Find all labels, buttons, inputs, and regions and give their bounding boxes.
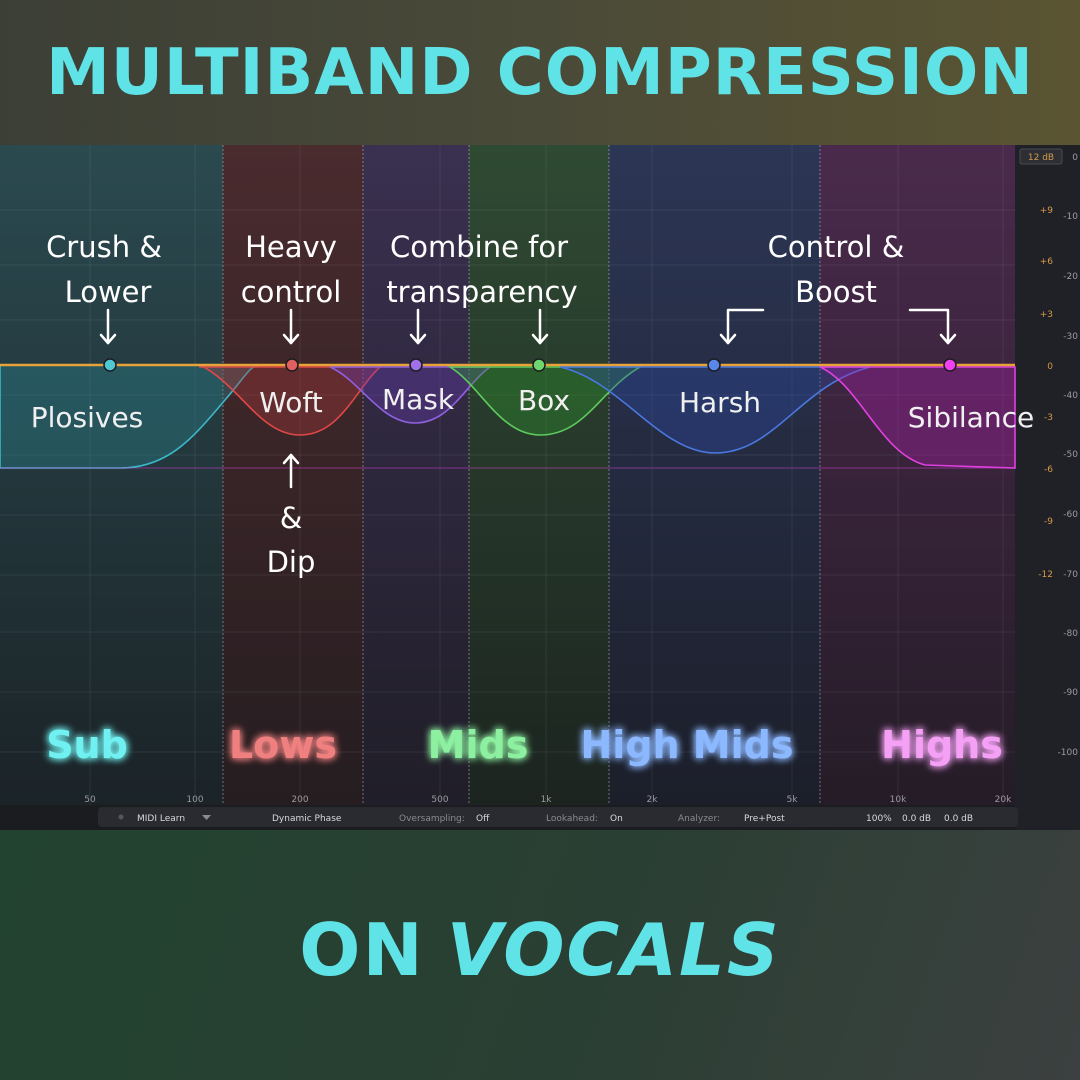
- sub-title: ON VOCALS: [0, 890, 1080, 1010]
- band-label-mids[interactable]: Mids: [428, 723, 529, 767]
- annotation-crush-1: Crush &: [46, 230, 162, 264]
- node-lows[interactable]: [285, 358, 299, 372]
- db-tick: 0: [1047, 362, 1053, 372]
- annotation-control-1: Control &: [768, 230, 905, 264]
- freq-tick: 50: [84, 795, 96, 805]
- level-tick: -10: [1063, 212, 1078, 222]
- sub-title-on: ON: [299, 908, 425, 992]
- problem-plosives: Plosives: [31, 401, 144, 434]
- level-tick: -100: [1058, 748, 1079, 758]
- annotation-combine-2: transparency: [386, 275, 577, 309]
- lookahead-value[interactable]: On: [610, 814, 623, 824]
- node-high-mids[interactable]: [707, 358, 721, 372]
- annotation-crush-2: Lower: [65, 275, 152, 309]
- freq-tick: 20k: [995, 795, 1012, 805]
- annotation-dip-2: Dip: [267, 545, 316, 579]
- analyzer-label: Analyzer:: [678, 814, 720, 824]
- db-tick: -3: [1044, 413, 1053, 423]
- freq-tick: 5k: [787, 795, 799, 805]
- db-tick: +3: [1040, 310, 1053, 320]
- band-label-highs[interactable]: Highs: [881, 723, 1003, 767]
- annotation-heavy-1: Heavy: [245, 230, 337, 264]
- level-tick: 0: [1072, 153, 1078, 163]
- oversampling-label: Oversampling:: [399, 814, 465, 824]
- level-tick: -90: [1063, 688, 1078, 698]
- analyzer-value[interactable]: Pre+Post: [744, 814, 785, 824]
- db-tick: -12: [1038, 570, 1053, 580]
- annotation-dip-1: &: [280, 501, 303, 535]
- freq-tick: 500: [431, 795, 448, 805]
- level-tick: -50: [1063, 450, 1078, 460]
- problem-harsh: Harsh: [679, 386, 761, 419]
- node-mids-purple[interactable]: [409, 358, 423, 372]
- scale-column: [1015, 145, 1080, 830]
- sub-title-vocals: VOCALS: [446, 908, 781, 992]
- multiband-compressor-panel: Crush & Lower Heavy control Combine for …: [0, 145, 1080, 830]
- annotation-heavy-2: control: [241, 275, 342, 309]
- db-tick: -9: [1044, 517, 1053, 527]
- freq-tick: 1k: [541, 795, 553, 805]
- db-tick: -6: [1044, 465, 1053, 475]
- level-tick: -60: [1063, 510, 1078, 520]
- problem-woft: Woft: [259, 386, 323, 419]
- node-highs[interactable]: [943, 358, 957, 372]
- midi-learn-button[interactable]: MIDI Learn: [137, 814, 185, 824]
- level-tick: -40: [1063, 391, 1078, 401]
- db-range-label[interactable]: 12 dB: [1028, 153, 1054, 163]
- compressor-display: Crush & Lower Heavy control Combine for …: [0, 145, 1080, 830]
- lookahead-label: Lookahead:: [546, 814, 598, 824]
- midi-learn-dot-icon: [118, 814, 124, 820]
- node-mids-green[interactable]: [532, 358, 546, 372]
- freq-tick: 2k: [647, 795, 659, 805]
- level-tick: -30: [1063, 332, 1078, 342]
- band-label-lows[interactable]: Lows: [229, 723, 337, 767]
- problem-box: Box: [518, 384, 570, 417]
- annotation-combine-1: Combine for: [390, 230, 568, 264]
- level-tick: -80: [1063, 629, 1078, 639]
- gain-b-value[interactable]: 0.0 dB: [944, 814, 973, 824]
- freq-tick: 10k: [890, 795, 907, 805]
- oversampling-value[interactable]: Off: [476, 814, 490, 824]
- main-title: MULTIBAND COMPRESSION: [46, 35, 1034, 110]
- problem-sibilance: Sibilance: [908, 401, 1034, 434]
- dynamic-phase-button[interactable]: Dynamic Phase: [272, 814, 342, 824]
- band-label-high-mids[interactable]: High Mids: [581, 723, 794, 767]
- node-sub[interactable]: [103, 358, 117, 372]
- db-tick: +9: [1040, 206, 1054, 216]
- annotation-control-2: Boost: [795, 275, 877, 309]
- level-tick: -70: [1063, 570, 1078, 580]
- db-tick: +6: [1040, 257, 1054, 267]
- freq-tick: 100: [186, 795, 203, 805]
- problem-mask: Mask: [382, 383, 455, 416]
- zoom-value[interactable]: 100%: [866, 814, 892, 824]
- gain-a-value[interactable]: 0.0 dB: [902, 814, 931, 824]
- freq-tick: 200: [291, 795, 308, 805]
- band-label-sub[interactable]: Sub: [46, 723, 128, 767]
- level-tick: -20: [1063, 272, 1078, 282]
